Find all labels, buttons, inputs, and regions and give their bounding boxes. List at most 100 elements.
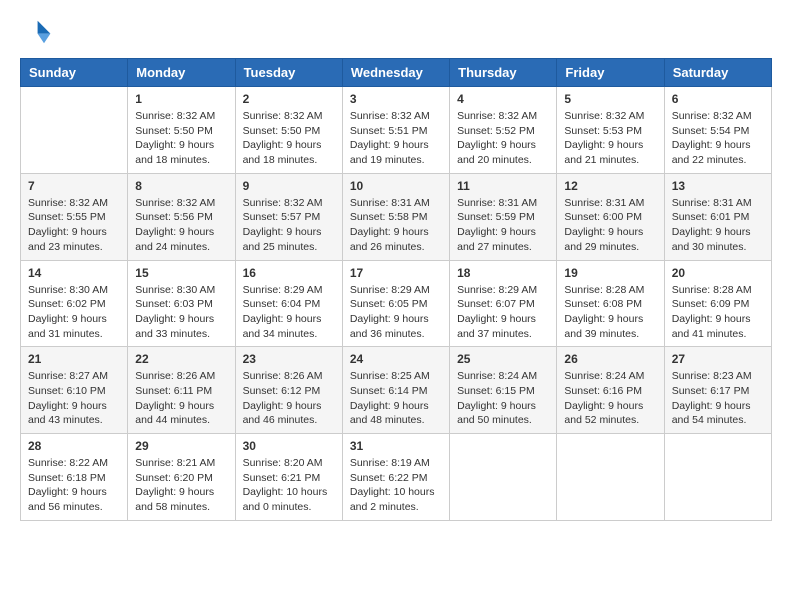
calendar-table: SundayMondayTuesdayWednesdayThursdayFrid… (20, 58, 772, 521)
calendar-cell: 12 Sunrise: 8:31 AMSunset: 6:00 PMDayligh… (557, 173, 664, 260)
calendar-cell (450, 434, 557, 521)
day-header-tuesday: Tuesday (235, 59, 342, 87)
calendar-cell: 15 Sunrise: 8:30 AMSunset: 6:03 PMDayligh… (128, 260, 235, 347)
day-info: Sunrise: 8:23 AMSunset: 6:17 PMDaylight:… (672, 369, 764, 428)
calendar-cell: 21 Sunrise: 8:27 AMSunset: 6:10 PMDayligh… (21, 347, 128, 434)
day-info: Sunrise: 8:32 AMSunset: 5:55 PMDaylight:… (28, 196, 120, 255)
day-info: Sunrise: 8:31 AMSunset: 6:00 PMDaylight:… (564, 196, 656, 255)
day-header-saturday: Saturday (664, 59, 771, 87)
day-header-friday: Friday (557, 59, 664, 87)
calendar-week-row: 1 Sunrise: 8:32 AMSunset: 5:50 PMDaylight… (21, 87, 772, 174)
day-info: Sunrise: 8:22 AMSunset: 6:18 PMDaylight:… (28, 456, 120, 515)
day-number: 1 (135, 92, 227, 106)
day-number: 28 (28, 439, 120, 453)
calendar-cell: 23 Sunrise: 8:26 AMSunset: 6:12 PMDayligh… (235, 347, 342, 434)
calendar-cell: 13Sunrise: 8:31 AMSunset: 6:01 PMDayligh… (664, 173, 771, 260)
day-info: Sunrise: 8:32 AMSunset: 5:57 PMDaylight:… (243, 196, 335, 255)
day-info: Sunrise: 8:32 AMSunset: 5:52 PMDaylight:… (457, 109, 549, 168)
day-info: Sunrise: 8:26 AMSunset: 6:12 PMDaylight:… (243, 369, 335, 428)
calendar-cell: 27 Sunrise: 8:23 AMSunset: 6:17 PMDayligh… (664, 347, 771, 434)
calendar-cell: 11 Sunrise: 8:31 AMSunset: 5:59 PMDayligh… (450, 173, 557, 260)
day-number: 3 (350, 92, 442, 106)
day-number: 23 (243, 352, 335, 366)
day-number: 15 (135, 266, 227, 280)
day-number: 9 (243, 179, 335, 193)
calendar-cell: 4 Sunrise: 8:32 AMSunset: 5:52 PMDaylight… (450, 87, 557, 174)
page: SundayMondayTuesdayWednesdayThursdayFrid… (0, 0, 792, 541)
day-info: Sunrise: 8:21 AMSunset: 6:20 PMDaylight:… (135, 456, 227, 515)
day-number: 10 (350, 179, 442, 193)
calendar-cell: 20 Sunrise: 8:28 AMSunset: 6:09 PMDayligh… (664, 260, 771, 347)
day-info: Sunrise: 8:32 AMSunset: 5:56 PMDaylight:… (135, 196, 227, 255)
calendar-cell: 10 Sunrise: 8:31 AMSunset: 5:58 PMDayligh… (342, 173, 449, 260)
day-number: 27 (672, 352, 764, 366)
header (20, 16, 772, 48)
day-number: 4 (457, 92, 549, 106)
day-header-thursday: Thursday (450, 59, 557, 87)
day-number: 19 (564, 266, 656, 280)
day-info: Sunrise: 8:19 AMSunset: 6:22 PMDaylight:… (350, 456, 442, 515)
day-info: Sunrise: 8:31 AMSunset: 5:59 PMDaylight:… (457, 196, 549, 255)
day-info: Sunrise: 8:29 AMSunset: 6:07 PMDaylight:… (457, 283, 549, 342)
day-info: Sunrise: 8:24 AMSunset: 6:16 PMDaylight:… (564, 369, 656, 428)
day-info: Sunrise: 8:20 AMSunset: 6:21 PMDaylight:… (243, 456, 335, 515)
calendar-week-row: 28 Sunrise: 8:22 AMSunset: 6:18 PMDayligh… (21, 434, 772, 521)
calendar-cell: 26 Sunrise: 8:24 AMSunset: 6:16 PMDayligh… (557, 347, 664, 434)
calendar-cell (557, 434, 664, 521)
day-number: 17 (350, 266, 442, 280)
calendar-cell: 30 Sunrise: 8:20 AMSunset: 6:21 PMDayligh… (235, 434, 342, 521)
logo (20, 16, 56, 48)
day-header-sunday: Sunday (21, 59, 128, 87)
day-info: Sunrise: 8:31 AMSunset: 5:58 PMDaylight:… (350, 196, 442, 255)
calendar-cell: 1 Sunrise: 8:32 AMSunset: 5:50 PMDaylight… (128, 87, 235, 174)
day-number: 18 (457, 266, 549, 280)
calendar-cell: 14 Sunrise: 8:30 AMSunset: 6:02 PMDayligh… (21, 260, 128, 347)
day-number: 13 (672, 179, 764, 193)
day-info: Sunrise: 8:28 AMSunset: 6:09 PMDaylight:… (672, 283, 764, 342)
day-info: Sunrise: 8:32 AMSunset: 5:50 PMDaylight:… (135, 109, 227, 168)
calendar-cell: 22Sunrise: 8:26 AMSunset: 6:11 PMDayligh… (128, 347, 235, 434)
day-number: 31 (350, 439, 442, 453)
calendar-cell: 29 Sunrise: 8:21 AMSunset: 6:20 PMDayligh… (128, 434, 235, 521)
calendar-cell: 25 Sunrise: 8:24 AMSunset: 6:15 PMDayligh… (450, 347, 557, 434)
day-number: 29 (135, 439, 227, 453)
calendar-cell: 9 Sunrise: 8:32 AMSunset: 5:57 PMDaylight… (235, 173, 342, 260)
calendar-cell: 19 Sunrise: 8:28 AMSunset: 6:08 PMDayligh… (557, 260, 664, 347)
day-info: Sunrise: 8:32 AMSunset: 5:54 PMDaylight:… (672, 109, 764, 168)
calendar-cell: 2 Sunrise: 8:32 AMSunset: 5:50 PMDaylight… (235, 87, 342, 174)
day-number: 11 (457, 179, 549, 193)
day-number: 30 (243, 439, 335, 453)
day-number: 2 (243, 92, 335, 106)
day-number: 20 (672, 266, 764, 280)
day-info: Sunrise: 8:29 AMSunset: 6:05 PMDaylight:… (350, 283, 442, 342)
day-info: Sunrise: 8:32 AMSunset: 5:53 PMDaylight:… (564, 109, 656, 168)
logo-icon (20, 16, 52, 48)
day-number: 26 (564, 352, 656, 366)
day-number: 16 (243, 266, 335, 280)
day-info: Sunrise: 8:29 AMSunset: 6:04 PMDaylight:… (243, 283, 335, 342)
day-info: Sunrise: 8:28 AMSunset: 6:08 PMDaylight:… (564, 283, 656, 342)
day-number: 24 (350, 352, 442, 366)
day-number: 6 (672, 92, 764, 106)
calendar-week-row: 7 Sunrise: 8:32 AMSunset: 5:55 PMDaylight… (21, 173, 772, 260)
calendar-cell: 16 Sunrise: 8:29 AMSunset: 6:04 PMDayligh… (235, 260, 342, 347)
day-info: Sunrise: 8:32 AMSunset: 5:50 PMDaylight:… (243, 109, 335, 168)
calendar-cell: 6 Sunrise: 8:32 AMSunset: 5:54 PMDaylight… (664, 87, 771, 174)
calendar-cell: 24 Sunrise: 8:25 AMSunset: 6:14 PMDayligh… (342, 347, 449, 434)
day-info: Sunrise: 8:24 AMSunset: 6:15 PMDaylight:… (457, 369, 549, 428)
day-info: Sunrise: 8:30 AMSunset: 6:02 PMDaylight:… (28, 283, 120, 342)
day-number: 25 (457, 352, 549, 366)
calendar-cell (21, 87, 128, 174)
calendar-cell: 8Sunrise: 8:32 AMSunset: 5:56 PMDaylight… (128, 173, 235, 260)
day-info: Sunrise: 8:30 AMSunset: 6:03 PMDaylight:… (135, 283, 227, 342)
calendar-cell: 31 Sunrise: 8:19 AMSunset: 6:22 PMDayligh… (342, 434, 449, 521)
day-info: Sunrise: 8:32 AMSunset: 5:51 PMDaylight:… (350, 109, 442, 168)
day-number: 21 (28, 352, 120, 366)
day-info: Sunrise: 8:25 AMSunset: 6:14 PMDaylight:… (350, 369, 442, 428)
day-info: Sunrise: 8:27 AMSunset: 6:10 PMDaylight:… (28, 369, 120, 428)
day-number: 7 (28, 179, 120, 193)
day-header-monday: Monday (128, 59, 235, 87)
calendar-cell: 18 Sunrise: 8:29 AMSunset: 6:07 PMDayligh… (450, 260, 557, 347)
day-number: 12 (564, 179, 656, 193)
day-number: 14 (28, 266, 120, 280)
